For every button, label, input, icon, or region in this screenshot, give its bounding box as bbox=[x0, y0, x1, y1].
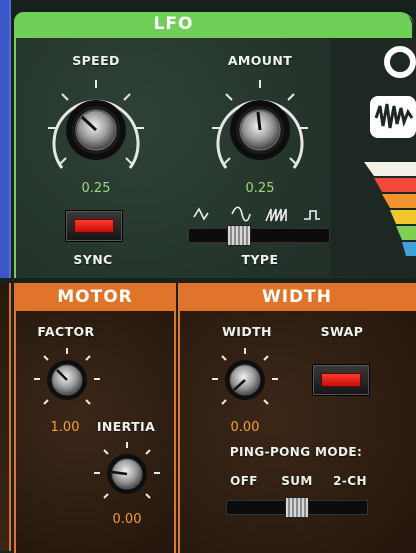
lfo-type-slider[interactable] bbox=[188, 225, 330, 246]
inertia-label: INERTIA bbox=[96, 419, 156, 434]
mode-option-sum[interactable]: SUM bbox=[275, 474, 319, 488]
sync-switch-indicator bbox=[74, 219, 114, 233]
adjacent-panel-edge-blue bbox=[0, 0, 11, 278]
inertia-value: 0.00 bbox=[112, 512, 142, 527]
width-knob[interactable] bbox=[210, 346, 280, 416]
width-knob-label: WIDTH bbox=[222, 324, 272, 339]
wave-type-icons bbox=[193, 206, 320, 222]
brand-logo-icon bbox=[384, 46, 416, 78]
swap-label: SWAP bbox=[320, 324, 364, 339]
triangle-wave-icon bbox=[231, 206, 251, 222]
amount-label: AMOUNT bbox=[227, 53, 293, 68]
ping-pong-mode-label: PING-PONG MODE: bbox=[229, 445, 363, 459]
sine-wave-icon bbox=[193, 207, 209, 221]
mode-option-off[interactable]: OFF bbox=[222, 474, 266, 488]
lfo-type-slider-thumb[interactable] bbox=[227, 225, 251, 246]
factor-label: FACTOR bbox=[37, 324, 95, 339]
width-value: 0.00 bbox=[230, 420, 260, 435]
lfo-type-label: TYPE bbox=[241, 252, 279, 267]
amount-knob[interactable] bbox=[202, 72, 318, 182]
sync-label: SYNC bbox=[73, 252, 113, 267]
speed-label: SPEED bbox=[72, 53, 120, 68]
inertia-knob[interactable] bbox=[92, 440, 162, 510]
rainbow-decoration-icon bbox=[364, 162, 416, 256]
lfo-header-extension bbox=[333, 12, 412, 38]
swap-switch-indicator bbox=[321, 373, 361, 387]
adjacent-panel-edge-orange bbox=[0, 283, 11, 551]
square-wave-icon bbox=[304, 210, 320, 220]
speed-value: 0.25 bbox=[81, 181, 111, 196]
ping-pong-mode-slider[interactable] bbox=[226, 497, 368, 518]
waveform-logo-icon bbox=[370, 96, 416, 138]
amount-value: 0.25 bbox=[245, 181, 275, 196]
width-title: WIDTH bbox=[261, 287, 332, 307]
ping-pong-mode-slider-thumb[interactable] bbox=[285, 497, 309, 518]
amount-pointer bbox=[256, 111, 262, 131]
lfo-title: LFO bbox=[153, 14, 194, 34]
sync-switch[interactable] bbox=[65, 210, 123, 242]
factor-knob[interactable] bbox=[32, 346, 102, 416]
swap-switch[interactable] bbox=[312, 364, 370, 396]
sawtooth-wave-icon bbox=[265, 208, 287, 222]
speed-knob[interactable] bbox=[38, 72, 154, 182]
logo-area bbox=[330, 38, 416, 276]
motor-title: MOTOR bbox=[57, 287, 133, 307]
mode-option-2ch[interactable]: 2-CH bbox=[328, 474, 372, 488]
